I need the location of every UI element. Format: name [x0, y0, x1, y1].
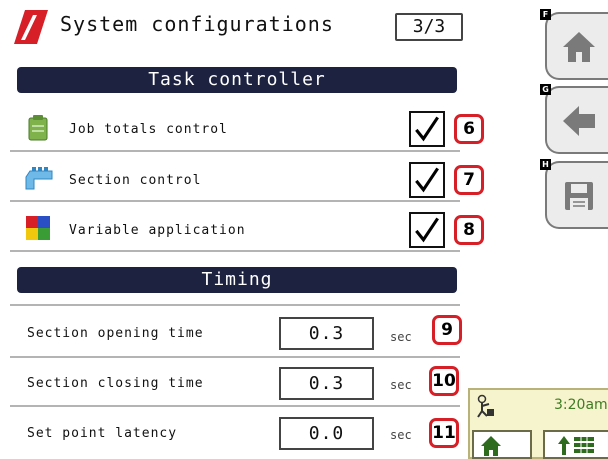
unit-label: sec: [390, 330, 412, 344]
checkmark-icon: [415, 116, 439, 142]
home-button[interactable]: [545, 12, 608, 80]
job-totals-label: Job totals control: [69, 122, 228, 137]
divider: [10, 200, 460, 202]
divider: [10, 250, 460, 252]
unit-label: sec: [390, 428, 412, 442]
divider: [10, 356, 460, 358]
brand-logo-icon: [14, 10, 48, 44]
soft-key-label: H: [540, 159, 551, 170]
timing-heading: Timing: [17, 267, 457, 293]
status-home-button[interactable]: [472, 430, 532, 459]
callout-badge: 7: [454, 165, 484, 195]
section-opening-time-label: Section opening time: [27, 326, 204, 341]
soft-key-label: F: [540, 9, 551, 20]
divider: [10, 405, 460, 407]
home-icon: [563, 32, 595, 62]
variable-application-checkbox[interactable]: [409, 212, 445, 248]
job-totals-checkbox[interactable]: [409, 111, 445, 147]
operator-icon[interactable]: [474, 394, 496, 418]
home-icon: [481, 436, 501, 456]
unit-label: sec: [390, 378, 412, 392]
section-opening-time-field[interactable]: 0.3: [279, 317, 374, 350]
section-control-label: Section control: [69, 173, 202, 188]
save-button[interactable]: [545, 161, 608, 229]
section-control-icon: [25, 167, 53, 190]
set-point-latency-field[interactable]: 0.0: [279, 417, 374, 450]
callout-badge: 9: [432, 315, 462, 345]
set-point-latency-label: Set point latency: [27, 426, 178, 441]
back-arrow-icon: [563, 106, 595, 136]
variable-application-label: Variable application: [69, 223, 246, 238]
task-controller-heading: Task controller: [17, 67, 457, 93]
save-icon: [565, 182, 593, 210]
section-closing-time-field[interactable]: 0.3: [279, 367, 374, 400]
up-arrow-grid-icon: [558, 436, 594, 455]
variable-application-icon: [26, 216, 50, 240]
page-indicator: 3/3: [395, 13, 463, 41]
callout-badge: 10: [429, 366, 459, 396]
page-title: System configurations: [60, 12, 334, 36]
section-control-checkbox[interactable]: [409, 162, 445, 198]
callout-badge: 6: [454, 114, 484, 144]
divider: [10, 150, 460, 152]
checkmark-icon: [415, 167, 439, 193]
back-button[interactable]: [545, 86, 608, 154]
job-totals-icon: [28, 115, 48, 141]
callout-badge: 11: [429, 418, 459, 448]
section-closing-time-label: Section closing time: [27, 376, 204, 391]
status-map-button[interactable]: [543, 430, 608, 459]
soft-key-label: G: [540, 84, 551, 95]
checkmark-icon: [415, 217, 439, 243]
divider: [10, 304, 460, 306]
clock-time: 3:20am: [554, 397, 608, 413]
callout-badge: 8: [454, 215, 484, 245]
